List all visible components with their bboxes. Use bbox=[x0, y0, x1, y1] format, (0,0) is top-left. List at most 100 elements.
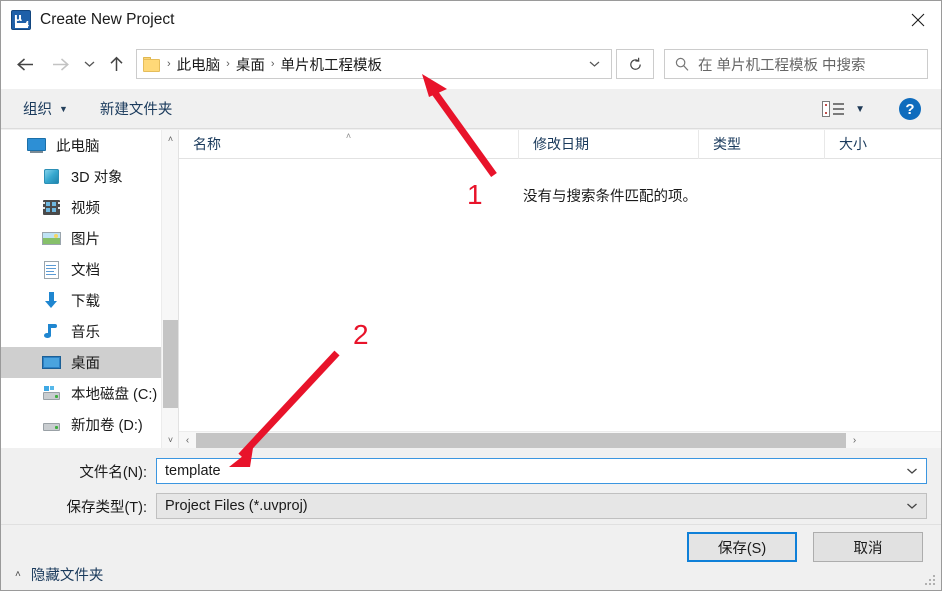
cancel-button[interactable]: 取消 bbox=[813, 532, 923, 562]
column-label: 名称 bbox=[193, 136, 221, 152]
column-header-type[interactable]: 类型 bbox=[699, 129, 825, 159]
hide-folders-label: 隐藏文件夹 bbox=[30, 568, 104, 584]
new-folder-button[interactable]: 新建文件夹 bbox=[100, 89, 173, 128]
column-header-date-modified[interactable]: 修改日期 bbox=[519, 129, 699, 159]
file-save-dialog: μ 4 Create New Project › 此电脑 › 桌面 › 单片机工… bbox=[0, 0, 942, 591]
help-button[interactable]: ? bbox=[899, 89, 921, 129]
scroll-up-button[interactable]: ˄ bbox=[162, 130, 178, 147]
nav-item-documents[interactable]: 文档 bbox=[1, 254, 178, 285]
window-title: Create New Project bbox=[40, 11, 175, 28]
back-arrow-icon bbox=[16, 57, 33, 71]
chevron-down-icon bbox=[84, 61, 94, 67]
chevron-down-icon[interactable] bbox=[906, 494, 918, 518]
desktop-icon bbox=[41, 354, 63, 372]
refresh-icon bbox=[629, 57, 641, 70]
documents-icon bbox=[41, 260, 63, 279]
address-dropdown-button[interactable] bbox=[583, 50, 605, 78]
column-label: 大小 bbox=[839, 136, 867, 152]
refresh-button[interactable] bbox=[616, 49, 654, 79]
nav-item-label: 3D 对象 bbox=[71, 170, 123, 186]
nav-item-label: 下载 bbox=[71, 294, 100, 310]
back-button[interactable] bbox=[7, 48, 43, 80]
music-icon bbox=[41, 323, 63, 341]
chevron-down-icon: ▼ bbox=[59, 103, 68, 114]
filetype-label: 保存类型(T): bbox=[66, 499, 147, 516]
view-mode-button[interactable]: ▼ bbox=[822, 89, 865, 129]
address-bar[interactable]: › 此电脑 › 桌面 › 单片机工程模板 bbox=[136, 49, 612, 79]
empty-list-message: 没有与搜索条件匹配的项。 bbox=[523, 189, 697, 205]
videos-icon bbox=[41, 199, 63, 217]
dialog-button-row: 保存(S) 取消 bbox=[687, 532, 923, 562]
file-list-horizontal-scrollbar[interactable]: ‹ › bbox=[179, 431, 941, 448]
forward-button bbox=[43, 48, 77, 80]
nav-item-label: 视频 bbox=[71, 201, 100, 217]
organize-label: 组织 bbox=[23, 102, 52, 118]
scrollbar-thumb[interactable] bbox=[163, 320, 178, 408]
this-pc-icon bbox=[26, 137, 48, 155]
scroll-right-button[interactable]: › bbox=[846, 432, 863, 449]
resize-grip[interactable] bbox=[925, 575, 937, 587]
column-header-row: ˄ 名称 修改日期 类型 大小 bbox=[179, 129, 941, 159]
breadcrumb-item-this-pc[interactable]: 此电脑 bbox=[177, 54, 221, 75]
command-bar: 组织 ▼ 新建文件夹 ▼ ? bbox=[1, 89, 941, 129]
help-icon: ? bbox=[899, 98, 921, 120]
nav-item-videos[interactable]: 视频 bbox=[1, 192, 178, 223]
breadcrumb-separator: › bbox=[270, 58, 275, 70]
folder-icon bbox=[143, 56, 161, 72]
organize-menu-button[interactable]: 组织 ▼ bbox=[23, 89, 68, 128]
column-header-size[interactable]: 大小 bbox=[825, 130, 923, 159]
nav-item-3d-objects[interactable]: 3D 对象 bbox=[1, 161, 178, 192]
chevron-down-icon[interactable] bbox=[906, 459, 918, 483]
filename-value: template bbox=[165, 463, 221, 479]
search-icon bbox=[675, 57, 689, 71]
hide-folders-toggle[interactable]: ˄ 隐藏文件夹 bbox=[15, 564, 103, 585]
downloads-icon bbox=[41, 291, 63, 310]
pictures-icon bbox=[41, 230, 63, 248]
chevron-down-icon: ▼ bbox=[855, 103, 865, 115]
recent-locations-button[interactable] bbox=[77, 48, 101, 80]
nav-item-this-pc[interactable]: 此电脑 bbox=[1, 130, 178, 161]
file-list-pane[interactable]: ˄ 名称 修改日期 类型 大小 没有与搜索条件匹配的项。 ‹ › bbox=[178, 129, 941, 448]
navpane-scrollbar[interactable]: ˄ ˅ bbox=[161, 130, 178, 448]
nav-item-volume-d[interactable]: 新加卷 (D:) bbox=[1, 409, 178, 440]
breadcrumb-item-current-folder[interactable]: 单片机工程模板 bbox=[281, 54, 383, 75]
column-label: 修改日期 bbox=[533, 136, 589, 152]
nav-item-label: 此电脑 bbox=[56, 139, 100, 155]
filename-input[interactable]: template bbox=[156, 458, 927, 484]
search-placeholder: 在 单片机工程模板 中搜索 bbox=[698, 57, 866, 74]
dialog-content: 此电脑 3D 对象 视频 图片 文档 下载 音乐 桌面 本地磁盘 (C:) 新加… bbox=[1, 129, 941, 448]
nav-item-music[interactable]: 音乐 bbox=[1, 316, 178, 347]
up-arrow-icon bbox=[109, 56, 123, 71]
nav-item-local-disk-c[interactable]: 本地磁盘 (C:) bbox=[1, 378, 178, 409]
sort-ascending-icon: ˄ bbox=[345, 130, 352, 141]
scroll-down-button[interactable]: ˅ bbox=[162, 431, 178, 448]
scroll-left-button[interactable]: ‹ bbox=[179, 432, 196, 449]
scrollbar-thumb[interactable] bbox=[196, 432, 846, 448]
close-button[interactable] bbox=[895, 1, 941, 38]
breadcrumb-separator: › bbox=[167, 58, 171, 70]
up-one-level-button[interactable] bbox=[101, 48, 131, 80]
chevron-up-icon: ˄ bbox=[15, 569, 21, 580]
filename-row: 文件名(N): template bbox=[1, 458, 941, 484]
search-input[interactable]: 在 单片机工程模板 中搜索 bbox=[664, 49, 928, 79]
list-view-icon bbox=[822, 100, 845, 118]
nav-item-label: 图片 bbox=[71, 232, 100, 248]
nav-item-desktop[interactable]: 桌面 bbox=[1, 347, 178, 378]
drive-icon bbox=[41, 416, 63, 434]
filetype-value: Project Files (*.uvproj) bbox=[165, 498, 308, 514]
nav-item-label: 本地磁盘 (C:) bbox=[71, 387, 158, 403]
nav-item-downloads[interactable]: 下载 bbox=[1, 285, 178, 316]
column-header-name[interactable]: ˄ 名称 bbox=[179, 129, 519, 159]
breadcrumb-separator: › bbox=[226, 58, 230, 70]
3d-objects-icon bbox=[41, 168, 63, 186]
nav-item-label: 文档 bbox=[71, 263, 100, 279]
breadcrumb-item-desktop[interactable]: 桌面 bbox=[236, 54, 265, 75]
filetype-row: 保存类型(T): Project Files (*.uvproj) bbox=[1, 493, 941, 519]
save-button[interactable]: 保存(S) bbox=[687, 532, 797, 562]
annotation-number-2: 2 bbox=[353, 319, 369, 350]
nav-item-pictures[interactable]: 图片 bbox=[1, 223, 178, 254]
filetype-select[interactable]: Project Files (*.uvproj) bbox=[156, 493, 927, 519]
navigation-pane: 此电脑 3D 对象 视频 图片 文档 下载 音乐 桌面 本地磁盘 (C:) 新加… bbox=[1, 130, 178, 448]
dialog-form-area: 文件名(N): template 保存类型(T): Project Files … bbox=[1, 448, 941, 590]
forward-arrow-icon bbox=[52, 57, 69, 71]
